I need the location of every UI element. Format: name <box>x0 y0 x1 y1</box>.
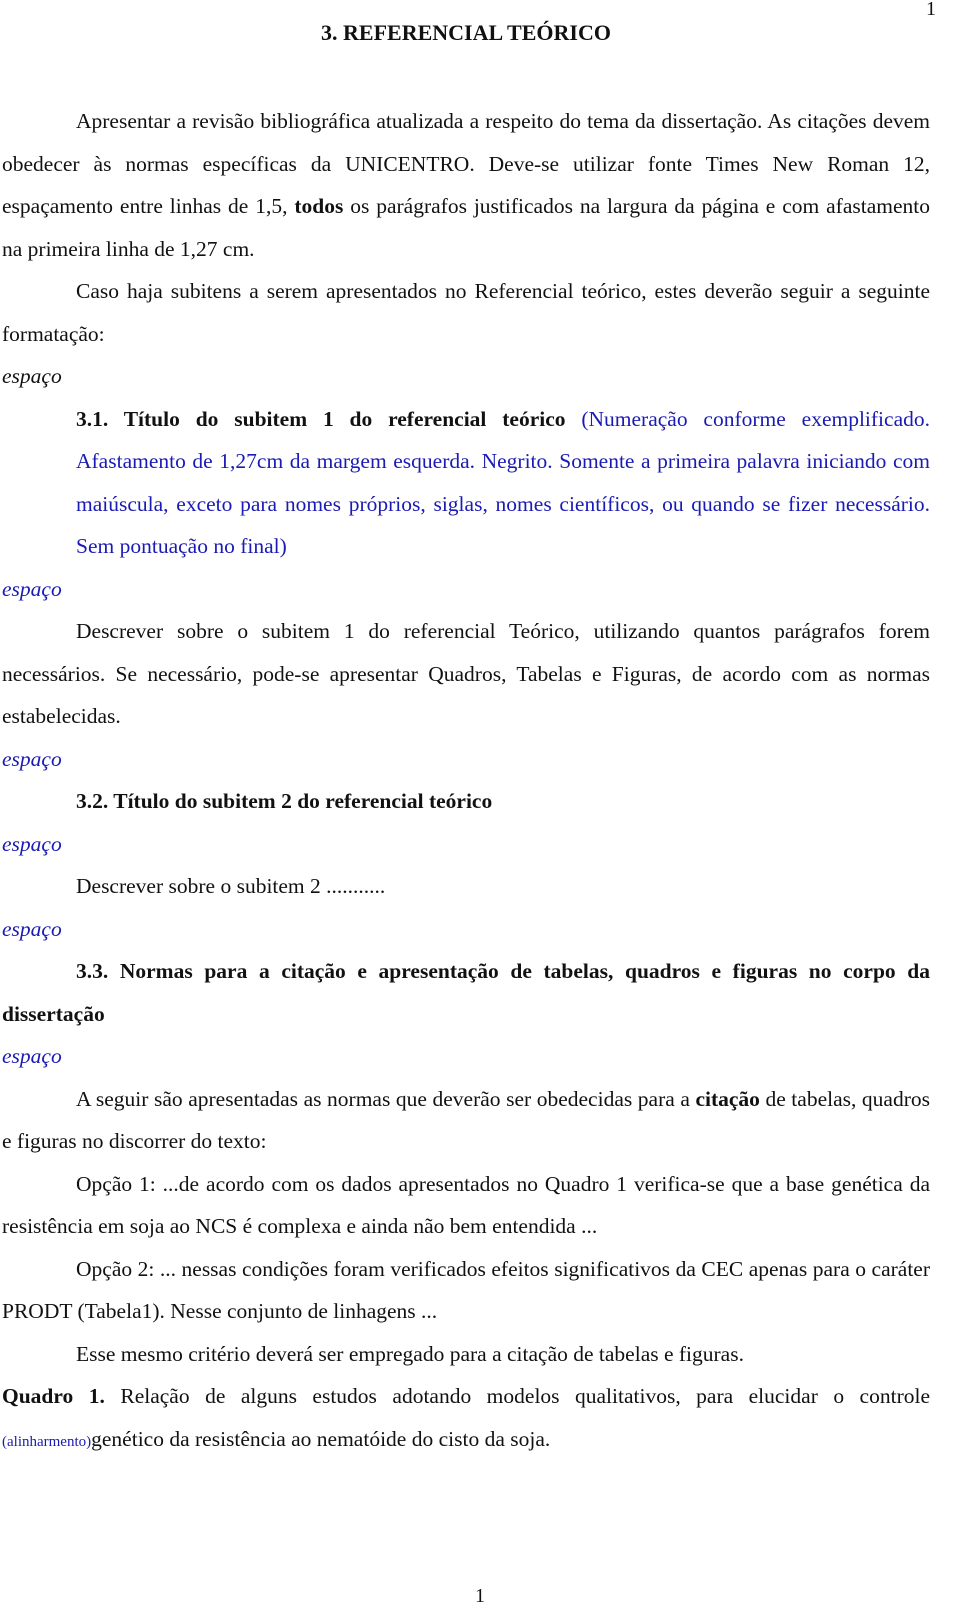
section-3-3-text: A seguir são apresentadas as normas que … <box>76 1086 696 1111</box>
page-number-bottom: 1 <box>475 1585 485 1607</box>
page-title: 3. REFERENCIAL TEÓRICO <box>321 20 611 45</box>
spacer-label: espaço <box>2 364 62 388</box>
quadro-caption-text-end: genético da resistência ao nematóide do … <box>91 1426 551 1451</box>
intro-bold-text: todos <box>294 194 344 218</box>
intro-paragraph: Apresentar a revisão bibliográfica atual… <box>2 100 930 270</box>
section-3-2-heading: 3.2. Título do subitem 2 do referencial … <box>2 780 930 823</box>
spacer-label: espaço <box>2 576 62 601</box>
section-3-1-heading: 3.1. Título do subitem 1 do referencial … <box>2 398 930 568</box>
quadro-caption: Quadro 1. Relação de alguns estudos adot… <box>2 1375 930 1463</box>
quadro-caption-text: Relação de alguns estudos adotando model… <box>104 1384 930 1408</box>
section-3-3-body: A seguir são apresentadas as normas que … <box>2 1078 930 1163</box>
subitems-intro-paragraph: Caso haja subitens a serem apresentados … <box>2 279 930 346</box>
spacer-label: espaço <box>2 1044 62 1068</box>
section-3-3-heading: 3.3. Normas para a citação e apresentaçã… <box>2 950 930 1035</box>
quadro-label: Quadro 1. <box>2 1384 105 1408</box>
spacer-label: espaço <box>2 746 62 771</box>
page-number-top: 1 <box>926 0 936 20</box>
option-1-paragraph: Opção 1: ...de acordo com os dados apres… <box>2 1171 930 1239</box>
section-3-2-title: 3.2. Título do subitem 2 do referencial … <box>76 789 493 813</box>
criteria-paragraph: Esse mesmo critério deverá ser empregado… <box>76 1341 744 1366</box>
spacer-label: espaço <box>2 916 62 941</box>
section-3-2-body: Descrever sobre o subitem 2 ........... <box>76 874 386 898</box>
section-3-3-bold-text: citação <box>695 1086 760 1111</box>
section-3-1-body: Descrever sobre o subitem 1 do referenci… <box>2 619 930 728</box>
section-3-3-title: 3.3. Normas para a citação e apresentaçã… <box>2 959 930 1026</box>
document-body: Apresentar a revisão bibliográfica atual… <box>2 100 930 1463</box>
quadro-alignment-note: (alinharmento) <box>2 1433 92 1450</box>
section-3-1-title: 3.1. Título do subitem 1 do referencial … <box>76 406 566 431</box>
spacer-label: espaço <box>2 831 62 856</box>
option-2-paragraph: Opção 2: ... nessas condições foram veri… <box>2 1256 930 1324</box>
